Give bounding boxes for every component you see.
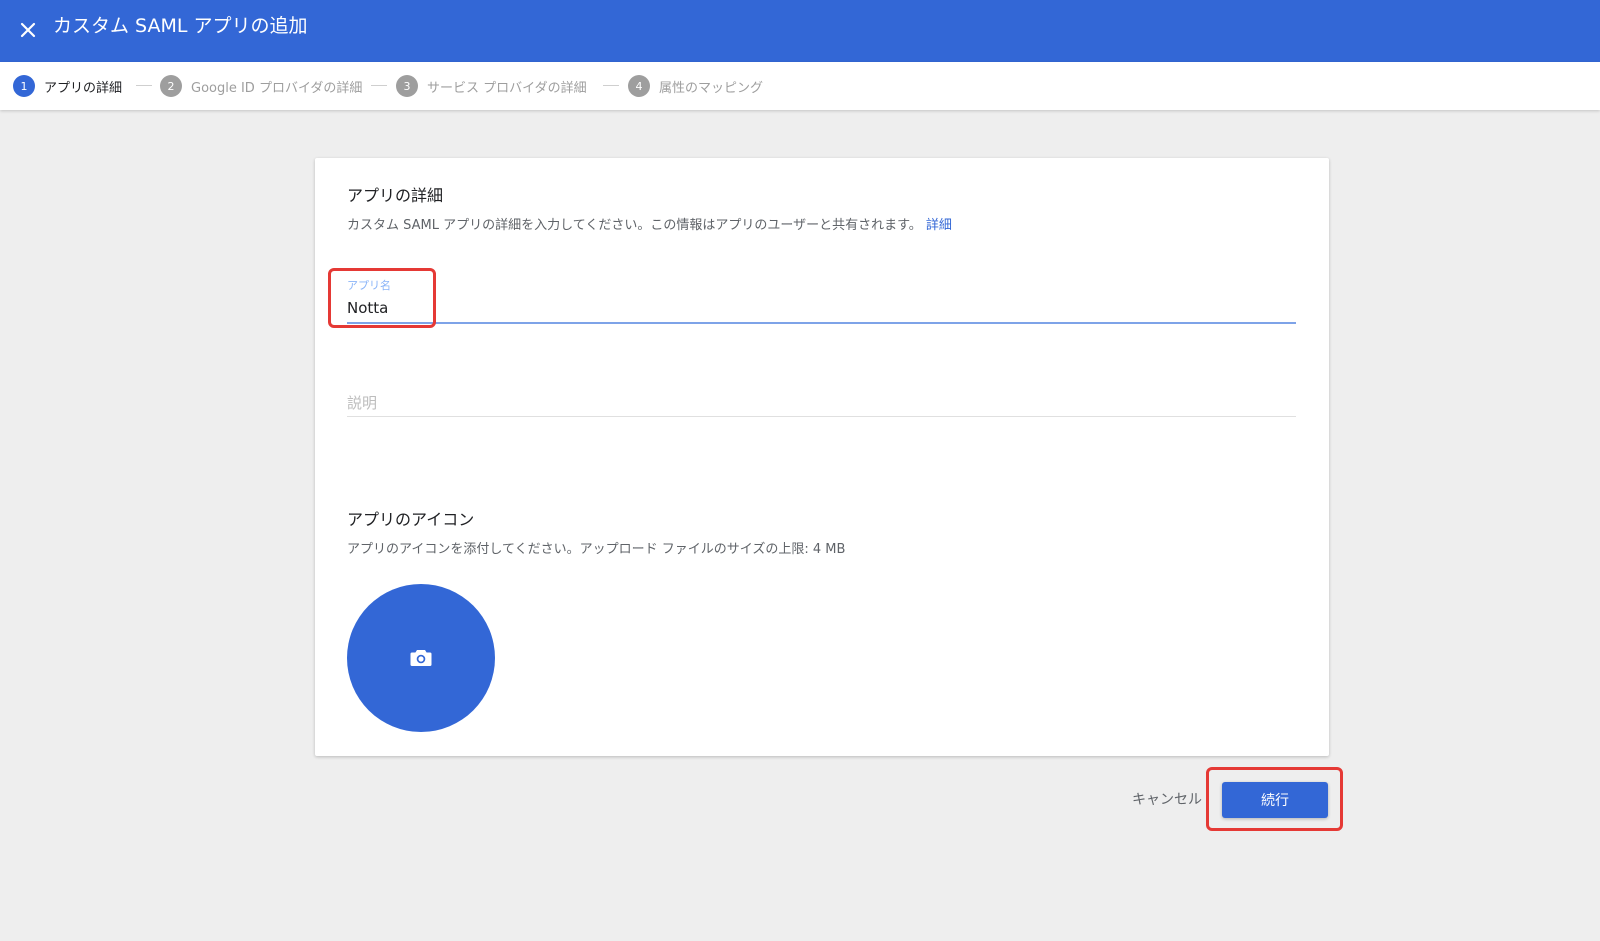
step-app-details[interactable]: 1 アプリの詳細 [13,74,122,98]
continue-button[interactable]: 続行 [1222,782,1328,818]
step-separator [371,85,387,86]
step-google-idp-details[interactable]: 2 Google ID プロバイダの詳細 [160,74,362,98]
details-description: カスタム SAML アプリの詳細を入力してください。この情報はアプリのユーザーと… [347,214,952,233]
app-name-input[interactable] [347,294,1296,322]
icon-section-title: アプリのアイコン [347,510,475,529]
details-description-text: カスタム SAML アプリの詳細を入力してください。この情報はアプリのユーザーと… [347,218,922,233]
step-label: アプリの詳細 [44,80,123,96]
stepper: 1 アプリの詳細 2 Google ID プロバイダの詳細 3 サービス プロバ… [0,62,1600,110]
close-icon [20,22,36,38]
app-details-card: アプリの詳細 カスタム SAML アプリの詳細を入力してください。この情報はアプ… [315,158,1329,756]
step-attribute-mapping[interactable]: 4 属性のマッピング [628,74,763,98]
step-number: 1 [13,75,35,97]
page-title: カスタム SAML アプリの追加 [53,15,308,37]
app-name-label: アプリ名 [347,279,391,292]
camera-icon [410,650,432,666]
description-underline [347,416,1296,417]
cancel-button[interactable]: キャンセル [1124,786,1210,812]
icon-upload-button[interactable] [347,584,495,732]
step-number: 4 [628,75,650,97]
step-label: Google ID プロバイダの詳細 [191,80,363,96]
top-app-bar: カスタム SAML アプリの追加 [0,0,1600,62]
step-number: 2 [160,75,182,97]
step-separator [603,85,619,86]
icon-section-description: アプリのアイコンを添付してください。アップロード ファイルのサイズの上限: 4 … [347,542,846,557]
step-separator [136,85,152,86]
step-label: サービス プロバイダの詳細 [427,80,587,96]
step-label: 属性のマッピング [659,80,764,96]
close-button[interactable] [8,10,48,50]
step-service-provider-details[interactable]: 3 サービス プロバイダの詳細 [396,74,587,98]
app-name-underline [347,322,1296,324]
details-title: アプリの詳細 [347,186,444,205]
step-number: 3 [396,75,418,97]
description-input[interactable] [347,390,1296,416]
details-link[interactable]: 詳細 [926,218,952,233]
